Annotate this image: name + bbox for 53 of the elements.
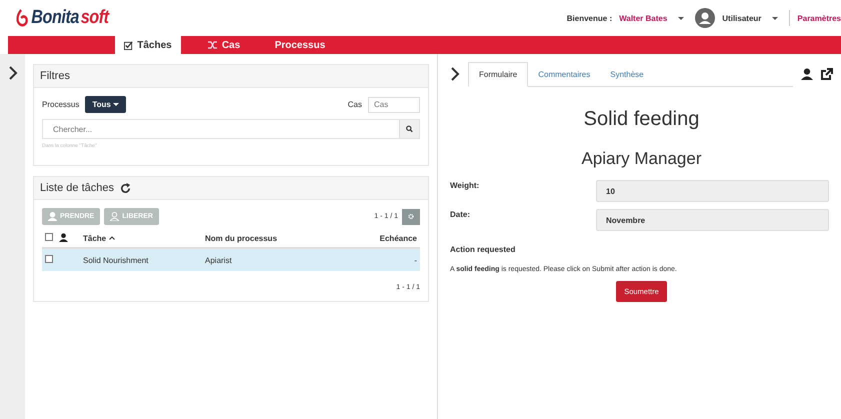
column-header[interactable]: Tâche: [83, 234, 106, 242]
table-cell: Solid Nourishment: [83, 256, 148, 264]
expand-icon[interactable]: [450, 67, 460, 81]
field-label: Date:: [450, 209, 472, 221]
user-icon: [48, 212, 57, 221]
readonly-field[interactable]: Novembre: [596, 209, 829, 231]
form-title: Solid feeding: [582, 108, 700, 131]
shuffle-icon: [208, 41, 218, 49]
readonly-field[interactable]: 10: [596, 180, 829, 202]
nav-tab[interactable]: Tâches: [115, 36, 181, 54]
form-tab[interactable]: Formulaire: [468, 62, 528, 86]
avatar-icon: [695, 8, 716, 28]
row-checkbox[interactable]: [45, 255, 53, 263]
panel-title: Liste de tâches: [40, 182, 114, 194]
field-label: Processus: [42, 100, 80, 109]
checkbox-icon: [124, 40, 134, 50]
bonitasoft-logo: Bonitasoft: [16, 7, 109, 29]
user-menu[interactable]: Walter Bates: [619, 14, 668, 22]
refresh-icon[interactable]: [120, 182, 131, 194]
section-title: Action requested: [450, 245, 516, 254]
settings-button[interactable]: [402, 208, 420, 224]
search-box[interactable]: Chercher...: [42, 119, 420, 139]
user-icon: [110, 212, 120, 221]
caret-icon: [113, 103, 120, 106]
caret-icon[interactable]: [772, 16, 778, 20]
profile-menu[interactable]: Utilisateur: [722, 14, 762, 22]
search-button[interactable]: [399, 120, 419, 138]
search-icon: [406, 124, 413, 134]
panel-title: Filtres: [40, 70, 70, 82]
settings-link[interactable]: Paramètres: [797, 14, 841, 22]
table-cell: -: [414, 256, 417, 264]
select-all-checkbox[interactable]: [45, 233, 53, 241]
field-label: Cas: [348, 100, 362, 109]
nav-tab[interactable]: Cas: [191, 36, 257, 54]
column-header[interactable]: Echéance: [380, 234, 417, 242]
expand-icon[interactable]: [8, 66, 18, 80]
form-tab[interactable]: Commentaires: [528, 62, 600, 86]
field-label: Weight:: [450, 180, 480, 192]
user-icon: [59, 232, 68, 242]
case-field[interactable]: Cas: [368, 96, 420, 112]
form-tab[interactable]: Synthèse: [600, 62, 654, 86]
form-subtitle: Apiary Manager: [580, 149, 702, 169]
column-header[interactable]: Nom du processus: [205, 234, 278, 242]
external-link-icon[interactable]: [821, 68, 833, 80]
gear-icon: [408, 212, 414, 221]
user-icon[interactable]: [801, 68, 813, 80]
task-row[interactable]: Solid Nourishment Apiarist -: [42, 249, 420, 271]
sort-icon[interactable]: [109, 236, 116, 240]
caret-icon[interactable]: [678, 16, 684, 20]
welcome-label: Bienvenue :: [566, 14, 612, 22]
table-cell: Apiarist: [205, 256, 232, 264]
process-dropdown[interactable]: Tous: [85, 96, 126, 113]
nav-tab[interactable]: Processus: [267, 36, 333, 54]
